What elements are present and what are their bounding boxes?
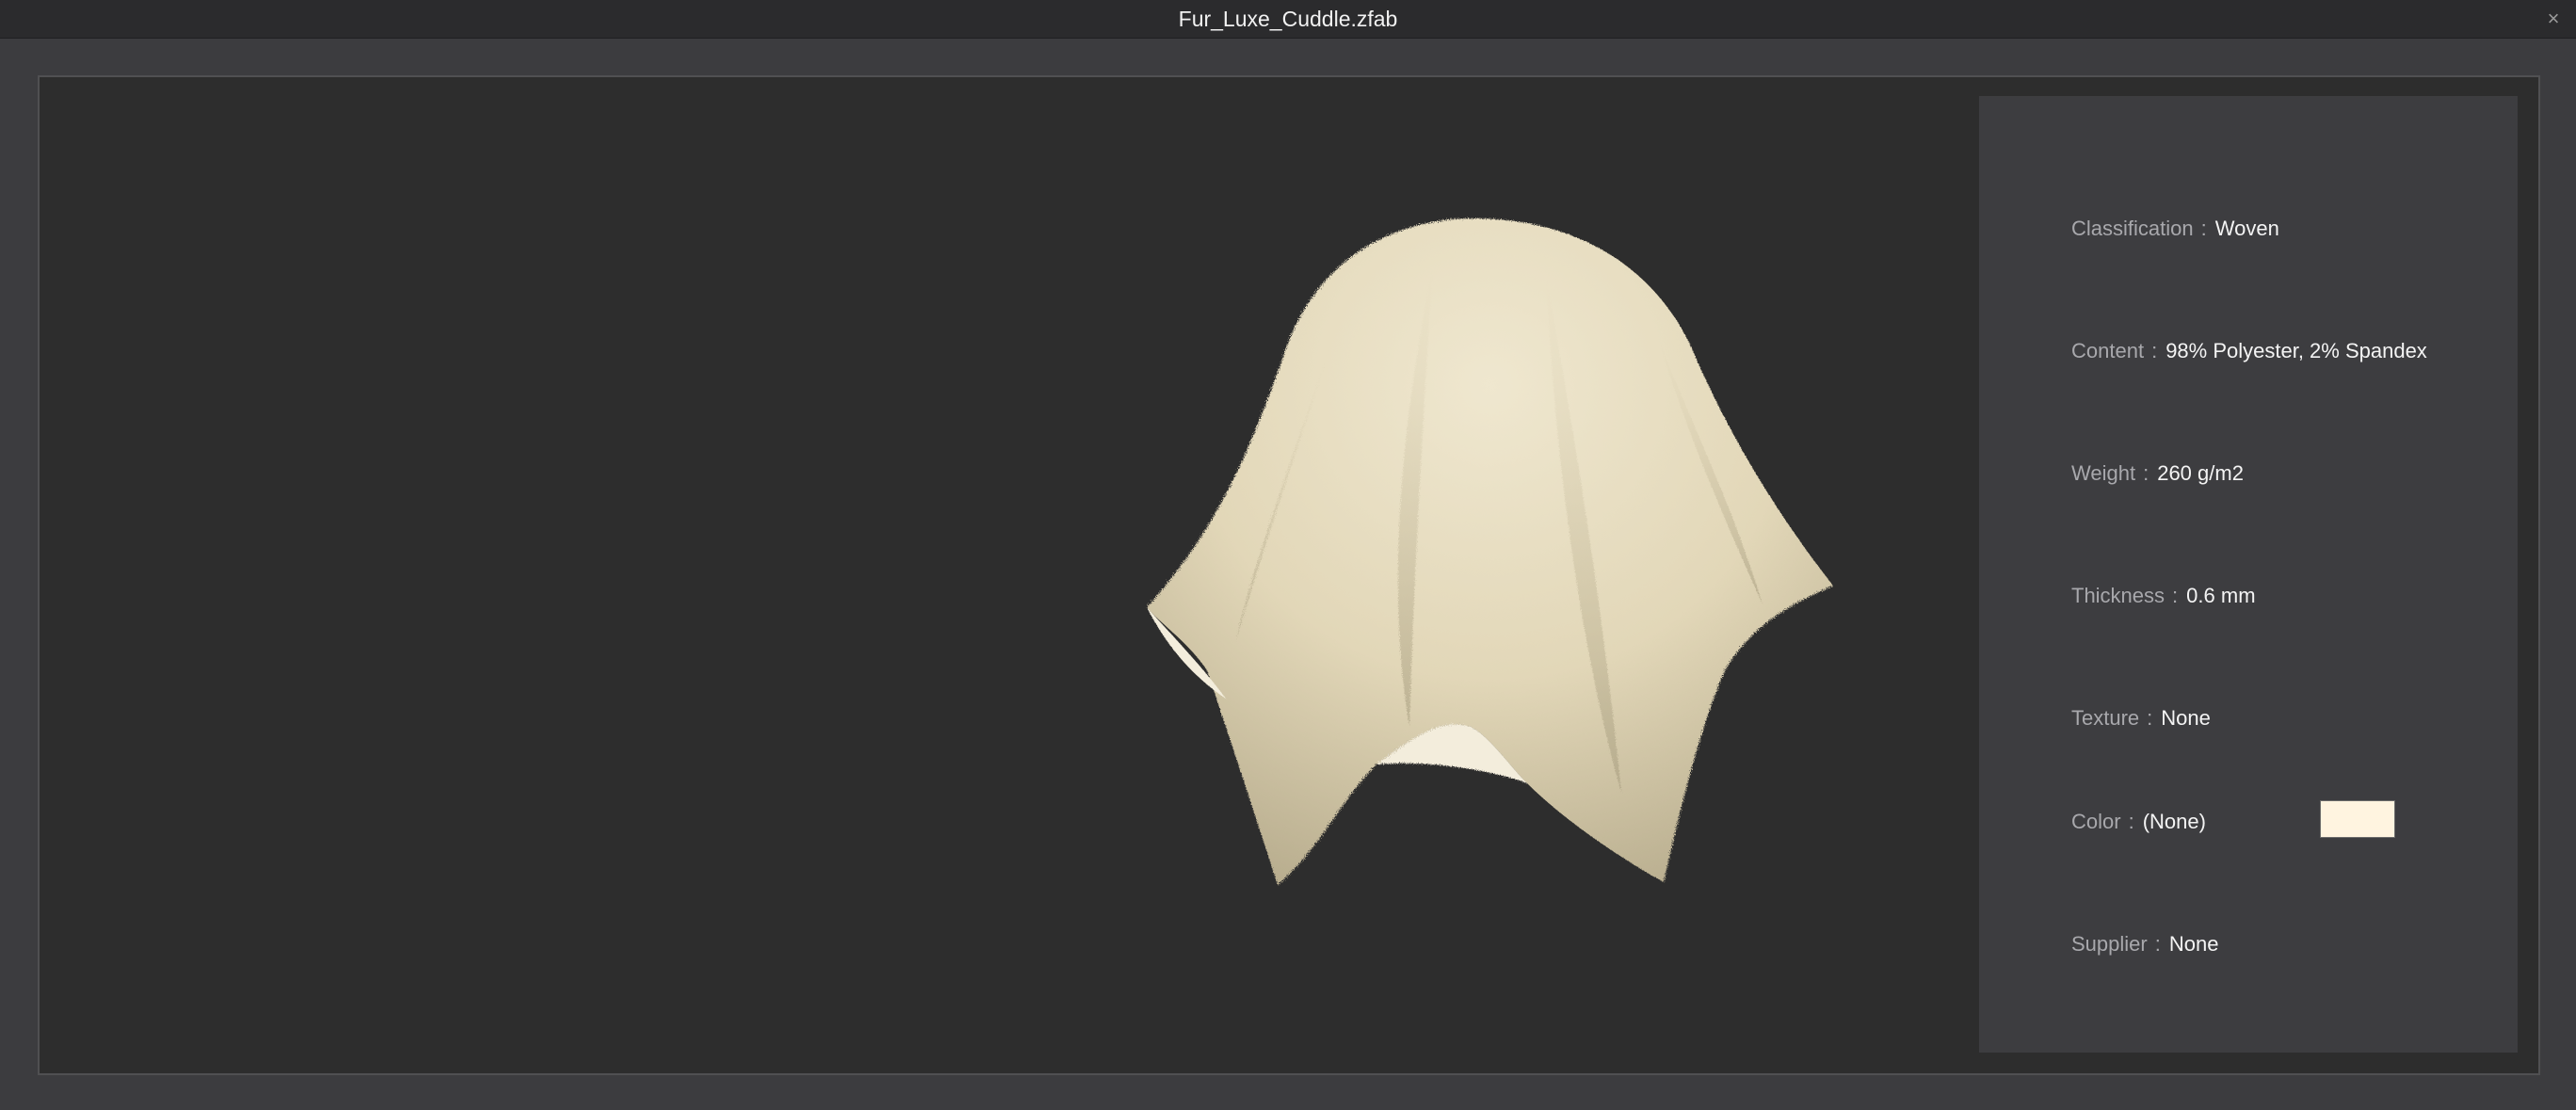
separator: : <box>2147 706 2153 730</box>
weight-label: Weight <box>2071 461 2136 485</box>
fabric-preview-viewport[interactable] <box>40 77 1979 1073</box>
separator: : <box>2128 810 2134 833</box>
weight-value: 260 g/m2 <box>2157 461 2244 485</box>
classification-value: Woven <box>2214 217 2279 240</box>
color-value: (None) <box>2142 810 2206 833</box>
separator: : <box>2151 339 2158 362</box>
supplier-value: None <box>2168 932 2219 956</box>
classification-label: Classification <box>2071 217 2194 240</box>
fabric-drape-render <box>1147 218 1833 885</box>
weight-row: Weight:260 g/m2 <box>2071 459 2244 488</box>
texture-value: None <box>2161 706 2211 730</box>
content-row: Content:98% Polyester, 2% Spandex <box>2071 337 2427 365</box>
separator: : <box>2200 217 2207 240</box>
fabric-info-panel: Classification: Woven Content:98% Polyest… <box>1979 96 2518 1053</box>
separator: : <box>2143 461 2149 485</box>
separator: : <box>2172 584 2179 607</box>
window-title: Fur_Luxe_Cuddle.zfab <box>1178 7 1398 31</box>
thickness-label: Thickness <box>2071 584 2165 607</box>
drape-shape <box>1147 218 1833 885</box>
texture-row: Texture: None <box>2071 704 2211 732</box>
fabric-viewer: Classification: Woven Content:98% Polyest… <box>38 75 2540 1075</box>
color-label: Color <box>2071 810 2121 833</box>
texture-label: Texture <box>2071 706 2140 730</box>
thickness-row: Thickness:0.6 mm <box>2071 582 2256 610</box>
color-row: Color: (None) <box>2071 808 2206 836</box>
separator: : <box>2154 932 2161 956</box>
color-swatch <box>2320 800 2395 838</box>
thickness-value: 0.6 mm <box>2186 584 2256 607</box>
supplier-row: Supplier: None <box>2071 930 2218 958</box>
title-bar: Fur_Luxe_Cuddle.zfab × <box>0 0 2576 39</box>
close-icon[interactable]: × <box>2540 6 2567 32</box>
supplier-label: Supplier <box>2071 932 2148 956</box>
classification-row: Classification: Woven <box>2071 215 2279 243</box>
content-label: Content <box>2071 339 2145 362</box>
content-value: 98% Polyester, 2% Spandex <box>2165 339 2427 362</box>
